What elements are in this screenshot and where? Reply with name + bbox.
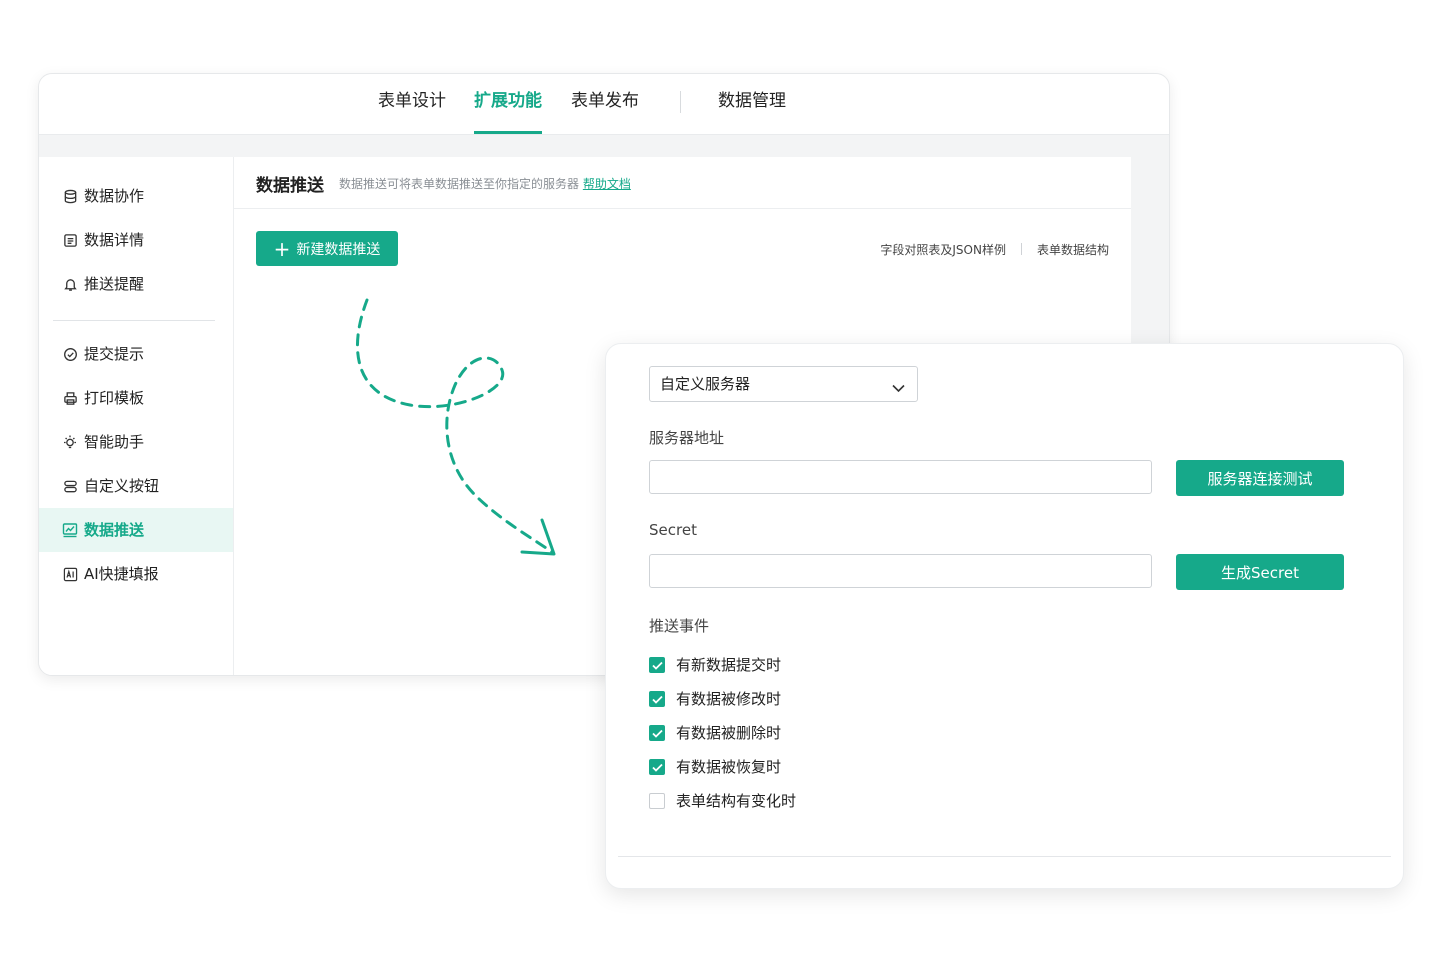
server-type-select[interactable]: 自定义服务器 (649, 366, 918, 402)
panel-links: 字段对照表及JSON样例 表单数据结构 (880, 241, 1109, 258)
checkbox-checked-icon[interactable] (649, 691, 665, 707)
help-doc-link[interactable]: 帮助文档 (583, 177, 631, 191)
sidebar-item-data-collaboration[interactable]: 数据协作 (39, 174, 233, 218)
event-label: 有数据被修改时 (676, 690, 782, 708)
sidebar-item-label: 打印模板 (84, 389, 145, 407)
plus-icon: + (273, 236, 291, 261)
card-divider (618, 856, 1391, 857)
tab-extensions[interactable]: 扩展功能 (474, 74, 542, 134)
push-events-label: 推送事件 (649, 617, 710, 635)
chevron-down-icon (892, 378, 905, 397)
description-text: 数据推送可将表单数据推送至你指定的服务器 (339, 177, 580, 191)
sidebar-item-custom-button[interactable]: 自定义按钮 (39, 464, 233, 508)
sidebar-item-push-reminder[interactable]: 推送提醒 (39, 262, 233, 306)
top-nav: 表单设计 扩展功能 表单发布 数据管理 (39, 74, 1169, 135)
form-data-structure-link[interactable]: 表单数据结构 (1037, 243, 1109, 257)
sidebar-item-label: 自定义按钮 (84, 477, 160, 495)
sidebar-item-submit-tip[interactable]: 提交提示 (39, 332, 233, 376)
sidebar-item-data-push[interactable]: 数据推送 (39, 508, 233, 552)
chart-line-icon (62, 522, 78, 538)
sidebar-item-label: 数据协作 (84, 187, 145, 205)
tab-data-management[interactable]: 数据管理 (718, 74, 786, 134)
checkbox-checked-icon[interactable] (649, 759, 665, 775)
sidebar-item-label: 数据推送 (84, 521, 145, 539)
panel-header: 数据推送 数据推送可将表单数据推送至你指定的服务器 帮助文档 (234, 157, 1131, 209)
document-icon (62, 232, 78, 248)
server-type-value: 自定义服务器 (660, 375, 751, 393)
event-label: 有数据被恢复时 (676, 758, 782, 776)
secret-label: Secret (649, 521, 697, 539)
link-separator (1020, 243, 1022, 255)
ai-icon (62, 566, 78, 582)
sidebar-item-label: 智能助手 (84, 433, 145, 451)
secret-input[interactable] (649, 554, 1152, 588)
server-address-label: 服务器地址 (649, 429, 725, 447)
checkbox-checked-icon[interactable] (649, 657, 665, 673)
lightbulb-icon (62, 434, 78, 450)
sidebar-item-label: 数据详情 (84, 231, 145, 249)
tab-form-publish[interactable]: 表单发布 (571, 74, 639, 134)
event-label: 有新数据提交时 (676, 656, 782, 674)
sidebar-item-label: AI快捷填报 (84, 565, 159, 583)
printer-icon (62, 390, 78, 406)
sidebar-item-smart-assistant[interactable]: 智能助手 (39, 420, 233, 464)
sidebar-item-label: 提交提示 (84, 345, 145, 363)
nav-separator (680, 91, 681, 113)
field-mapping-link[interactable]: 字段对照表及JSON样例 (880, 243, 1006, 257)
tab-form-design[interactable]: 表单设计 (378, 74, 446, 134)
page-title: 数据推送 (256, 176, 324, 196)
checkbox-unchecked-icon[interactable] (649, 793, 665, 809)
database-icon (62, 188, 78, 204)
button-stack-icon (62, 478, 78, 494)
event-label: 有数据被删除时 (676, 724, 782, 742)
new-data-push-button[interactable]: + 新建数据推送 (256, 231, 398, 266)
event-label: 表单结构有变化时 (676, 792, 797, 810)
bell-icon (62, 276, 78, 292)
dashed-arrow-icon (355, 298, 556, 556)
sidebar-item-label: 推送提醒 (84, 275, 145, 293)
sidebar-item-print-template[interactable]: 打印模板 (39, 376, 233, 420)
sidebar-divider (53, 320, 215, 321)
new-data-push-label: 新建数据推送 (296, 241, 381, 258)
server-connection-test-button[interactable]: 服务器连接测试 (1176, 460, 1344, 496)
check-circle-icon (62, 346, 78, 362)
sidebar-item-ai-quick-fill[interactable]: AI快捷填报 (39, 552, 233, 596)
checkbox-checked-icon[interactable] (649, 725, 665, 741)
panel-description: 数据推送可将表单数据推送至你指定的服务器 帮助文档 (339, 175, 631, 192)
sidebar-item-data-details[interactable]: 数据详情 (39, 218, 233, 262)
generate-secret-button[interactable]: 生成Secret (1176, 554, 1344, 590)
push-config-card: 自定义服务器 服务器地址 服务器连接测试 Secret 生成Secret 推送事… (605, 343, 1404, 889)
server-address-input[interactable] (649, 460, 1152, 494)
sidebar: 数据协作 数据详情 推送提醒 提交提示 打印模板 智能助手 自定义按钮 数据推送… (39, 157, 234, 675)
